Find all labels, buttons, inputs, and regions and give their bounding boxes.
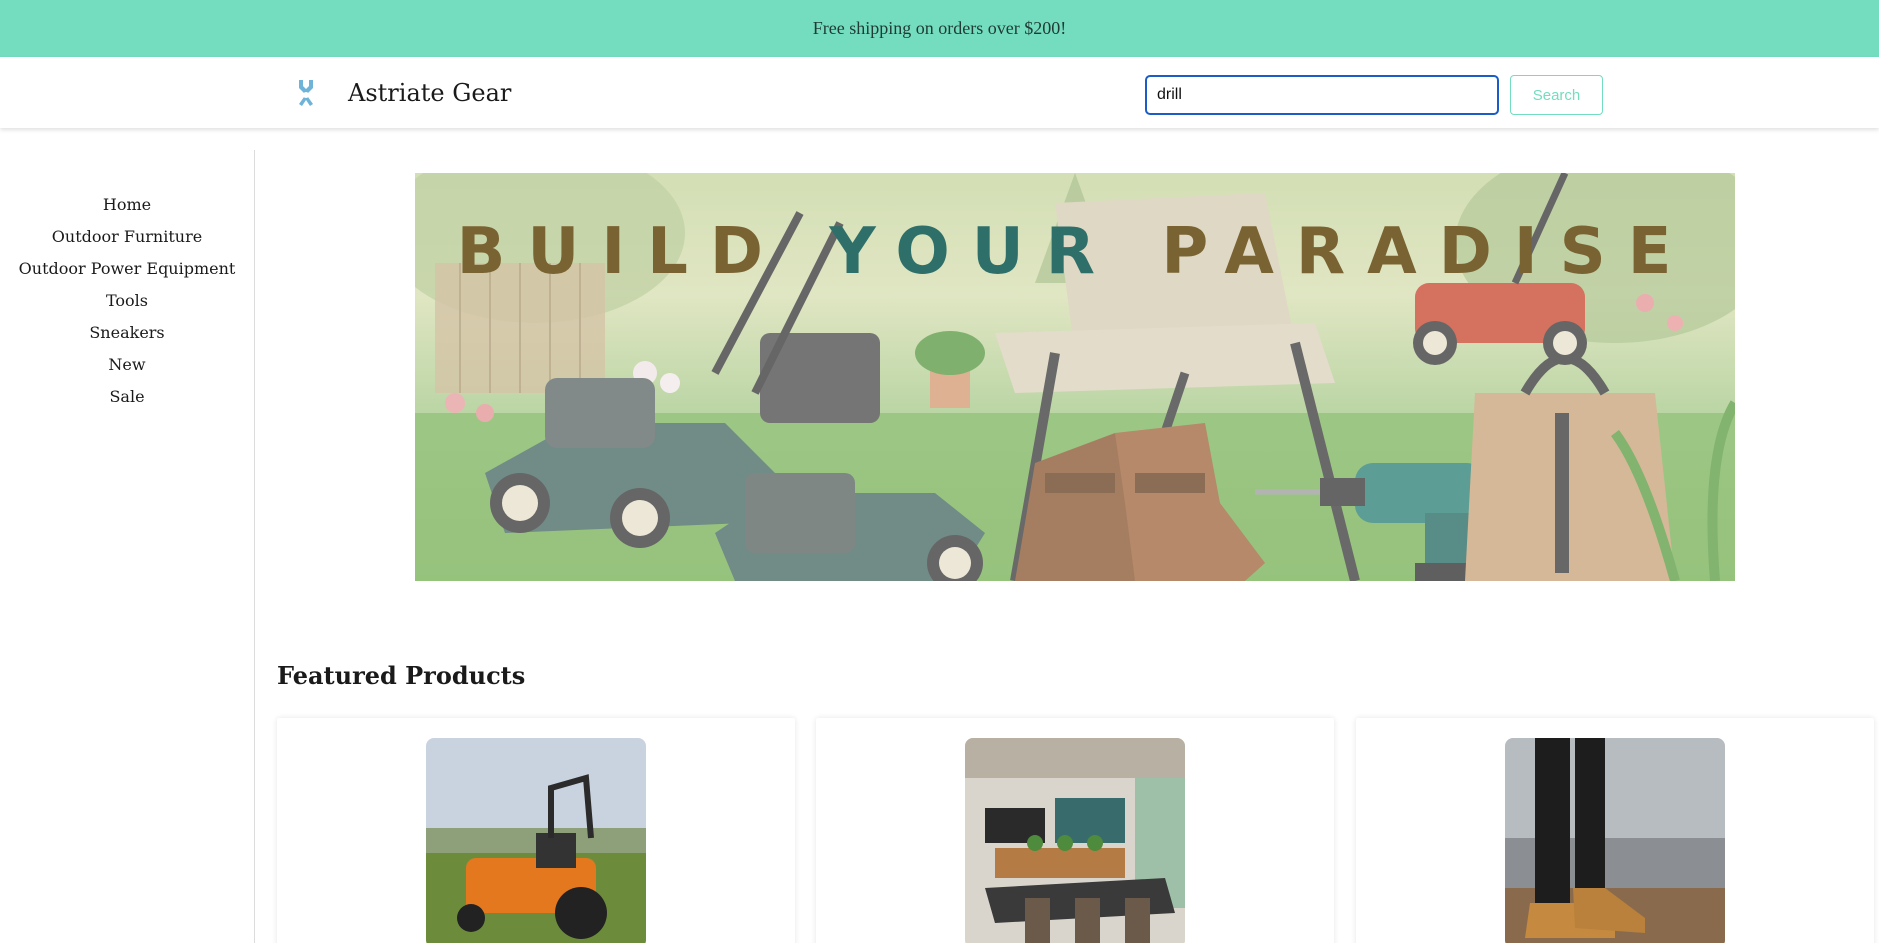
sidebar-nav: Home Outdoor Furniture Outdoor Power Equ… xyxy=(0,150,255,943)
hero-word-your: YOUR xyxy=(829,215,1118,289)
sidebar-item-outdoor-power-equipment[interactable]: Outdoor Power Equipment xyxy=(0,252,254,284)
sidebar-item-new[interactable]: New xyxy=(0,348,254,380)
product-image-boots[interactable] xyxy=(1505,738,1725,943)
product-image-patio[interactable] xyxy=(965,738,1185,943)
hero-banner[interactable]: BUILD YOUR PARADISE xyxy=(415,173,1735,581)
product-card[interactable] xyxy=(1356,718,1874,943)
product-image-mower[interactable] xyxy=(426,738,646,943)
brand-name[interactable]: Astriate Gear xyxy=(348,79,511,107)
hero-word-build: BUILD xyxy=(456,215,786,289)
sidebar-item-tools[interactable]: Tools xyxy=(0,284,254,316)
search-button[interactable]: Search xyxy=(1510,75,1603,115)
hero-headline: BUILD YOUR PARADISE xyxy=(415,215,1735,289)
search-input[interactable] xyxy=(1145,75,1499,115)
product-card[interactable] xyxy=(277,718,795,943)
hero-word-paradise: PARADISE xyxy=(1161,215,1694,289)
sidebar-item-sneakers[interactable]: Sneakers xyxy=(0,316,254,348)
sidebar-item-outdoor-furniture[interactable]: Outdoor Furniture xyxy=(0,220,254,252)
site-header: Astriate Gear Search xyxy=(0,57,1879,128)
promo-text: Free shipping on orders over $200! xyxy=(812,18,1067,38)
sidebar-item-sale[interactable]: Sale xyxy=(0,380,254,412)
featured-products-heading: Featured Products xyxy=(277,661,526,690)
product-card[interactable] xyxy=(816,718,1334,943)
sidebar-item-home[interactable]: Home xyxy=(0,188,254,220)
wrench-gear-icon[interactable] xyxy=(290,77,322,109)
promo-banner: Free shipping on orders over $200! xyxy=(0,0,1879,57)
